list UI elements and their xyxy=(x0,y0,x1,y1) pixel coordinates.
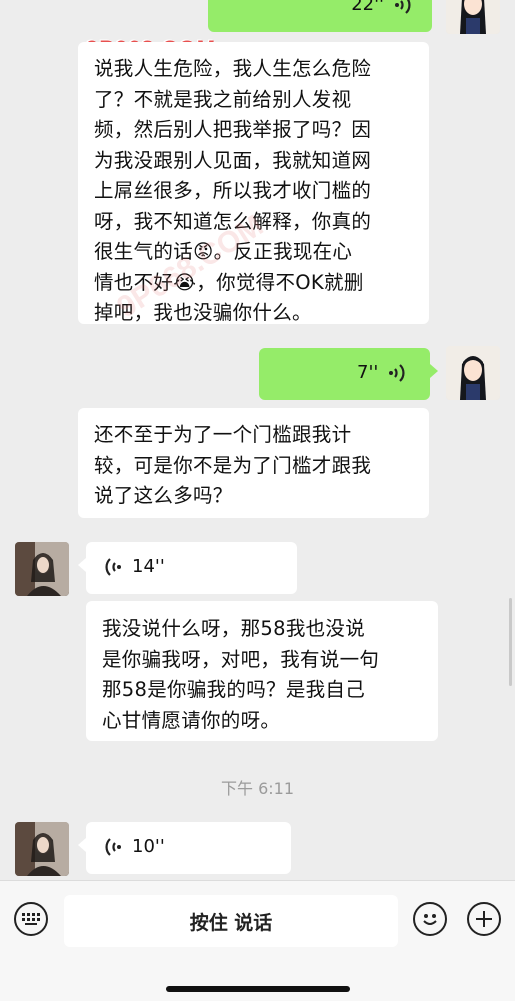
voice-duration: 10'' xyxy=(132,836,165,857)
timestamp: 下午 6:11 xyxy=(220,779,295,798)
scrollbar[interactable] xyxy=(509,598,512,686)
incoming-voice-message[interactable]: 14'' xyxy=(78,542,297,594)
self-voice-message[interactable]: 22'' xyxy=(208,0,432,32)
incoming-text-message: 说我人生危险，我人生怎么危险 了？不就是我之前给别人发视 频，然后别人把我举报了… xyxy=(78,42,429,324)
contact-avatar[interactable] xyxy=(15,542,69,596)
voice-duration: 14'' xyxy=(132,556,165,577)
message-text: 我没说什么呀，那58我也没说 是你骗我呀，对吧，我有说一句 那58是你骗我的吗？… xyxy=(102,617,380,732)
input-bar: 按住 说话 xyxy=(0,880,515,1001)
keyboard-icon xyxy=(22,913,40,925)
self-voice-message[interactable]: 7'' xyxy=(259,348,438,400)
plus-icon xyxy=(476,911,492,927)
anime-girl-avatar-icon xyxy=(446,0,500,34)
voice-duration: 22'' xyxy=(351,0,384,15)
emoji-icon xyxy=(423,914,437,925)
woman-photo-avatar-icon xyxy=(15,822,69,876)
voice-wave-icon xyxy=(105,557,121,576)
voice-wave-icon xyxy=(105,837,121,856)
incoming-voice-message[interactable]: 10'' xyxy=(78,822,291,874)
emoji-button[interactable] xyxy=(413,902,447,936)
voice-wave-icon xyxy=(395,0,411,14)
voice-wave-icon xyxy=(389,363,405,382)
self-avatar[interactable] xyxy=(446,0,500,34)
contact-avatar[interactable] xyxy=(15,822,69,876)
incoming-text-message: 还不至于为了一个门槛跟我计 较，可是你不是为了门槛才跟我 说了这么多吗？ xyxy=(78,408,429,518)
woman-photo-avatar-icon xyxy=(15,542,69,596)
keyboard-toggle-button[interactable] xyxy=(14,902,48,936)
incoming-text-message: 我没说什么呀，那58我也没说 是你骗我呀，对吧，我有说一句 那58是你骗我的吗？… xyxy=(86,601,438,741)
anime-girl-avatar-icon xyxy=(446,346,500,400)
self-avatar[interactable] xyxy=(446,346,500,400)
hold-to-talk-button[interactable]: 按住 说话 xyxy=(64,895,398,947)
message-text: 还不至于为了一个门槛跟我计 较，可是你不是为了门槛才跟我 说了这么多吗？ xyxy=(94,423,372,507)
home-indicator xyxy=(166,986,350,992)
more-button[interactable] xyxy=(467,902,501,936)
voice-duration: 7'' xyxy=(357,362,379,383)
